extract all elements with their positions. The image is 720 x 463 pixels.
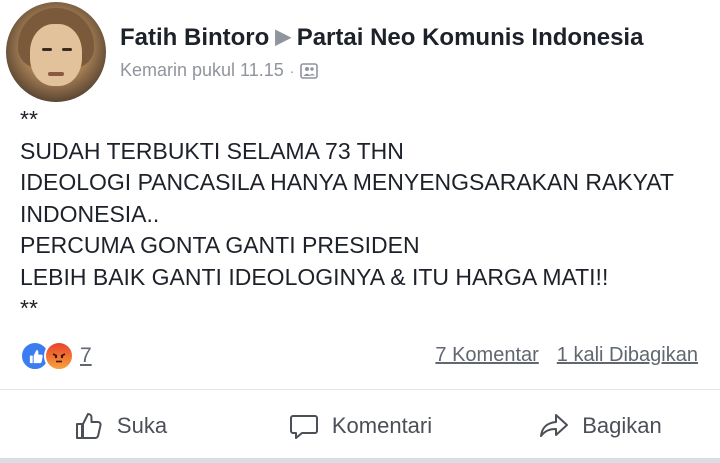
share-button[interactable]: Bagikan	[480, 400, 720, 452]
post-line: LEBIH BAIK GANTI IDEOLOGINYA & ITU HARGA…	[20, 263, 609, 290]
avatar-eye-right	[62, 48, 72, 51]
thumbs-up-icon	[75, 413, 102, 439]
post-line: SUDAH TERBUKTI SELAMA 73 THN	[20, 137, 404, 164]
author-name-link[interactable]: Fatih Bintoro	[120, 24, 269, 51]
reactions-summary[interactable]: 7	[20, 341, 92, 371]
post-timestamp[interactable]: Kemarin pukul 11.15	[120, 60, 284, 81]
avatar-mouth	[48, 72, 64, 76]
post-line: INDONESIA..	[20, 200, 160, 227]
like-button[interactable]: Suka	[0, 400, 240, 452]
share-label: Bagikan	[582, 413, 662, 438]
like-label: Suka	[116, 413, 168, 438]
comment-label: Komentari	[331, 413, 433, 438]
comment-button[interactable]: Komentari	[240, 400, 480, 452]
avatar-face	[30, 24, 82, 86]
post-line: IDEOLOGI PANCASILA HANYA MENYENGSARAKAN …	[20, 169, 674, 195]
angry-reaction-icon	[44, 341, 74, 371]
shares-count-link[interactable]: 1 kali Dibagikan	[557, 344, 698, 367]
group-privacy-icon[interactable]	[300, 62, 319, 79]
reaction-count[interactable]: 7	[80, 344, 92, 368]
arrow-right-icon: ▶	[275, 26, 291, 48]
post-header: Fatih Bintoro ▶ Partai Neo Komunis Indones…	[120, 24, 643, 52]
post-actions: Suka Komentari Bagikan	[0, 400, 720, 452]
author-avatar[interactable]	[6, 2, 106, 102]
post-meta: Kemarin pukul 11.15 ·	[120, 60, 319, 81]
avatar-eye-left	[42, 48, 52, 51]
post-line: **	[20, 295, 38, 321]
comments-count-link[interactable]: 7 Komentar	[435, 344, 538, 367]
post-line: PERCUMA GONTA GANTI PRESIDEN	[20, 232, 420, 258]
divider	[0, 389, 720, 390]
post-line: **	[20, 106, 38, 132]
comment-icon	[289, 415, 318, 439]
meta-separator: ·	[289, 62, 295, 79]
share-arrow-icon	[540, 414, 569, 437]
group-name-link[interactable]: Partai Neo Komunis Indonesia	[297, 24, 644, 51]
engagement-counts: 7 Komentar 1 kali Dibagikan	[435, 344, 698, 367]
bottom-separator	[0, 458, 720, 463]
post-body: ** SUDAH TERBUKTI SELAMA 73 THN IDEOLOGI P…	[20, 104, 674, 325]
